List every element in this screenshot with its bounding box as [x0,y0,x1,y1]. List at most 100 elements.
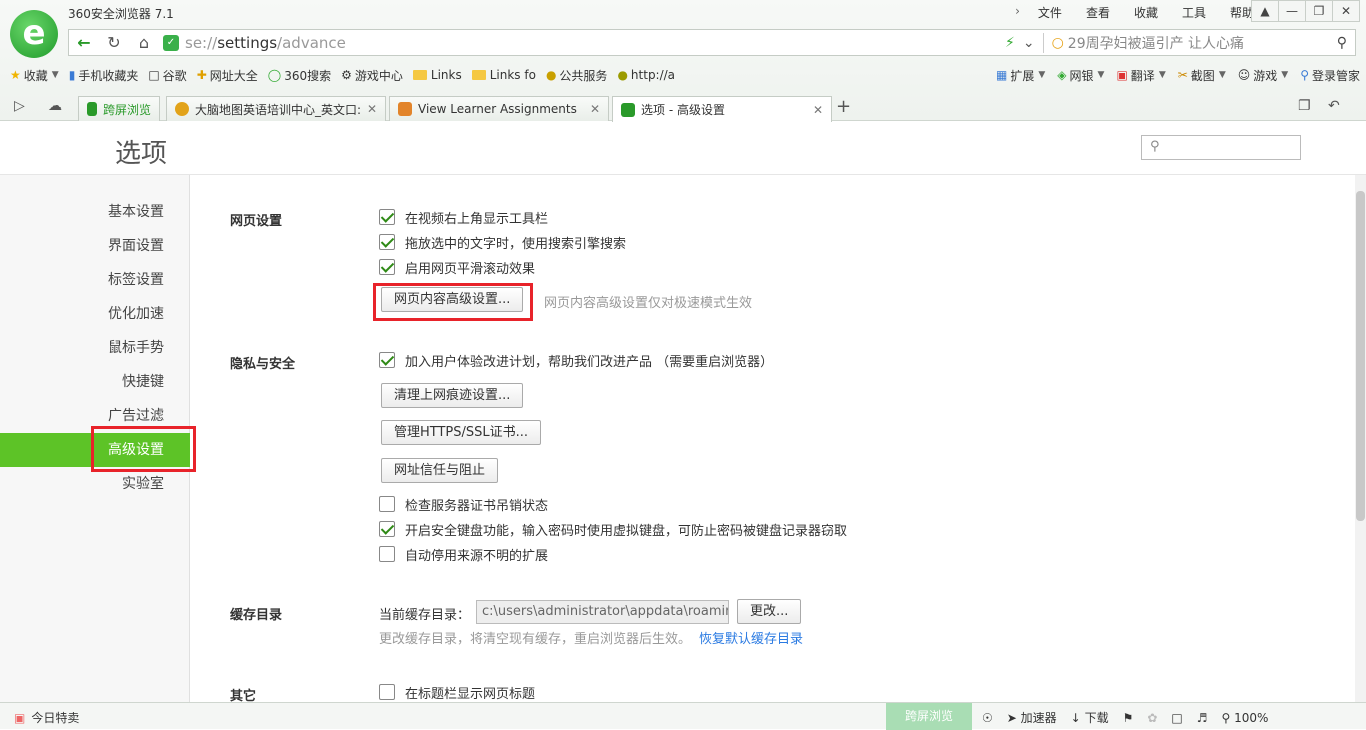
tab-list-icon[interactable]: ❐ [1298,98,1311,114]
option-video-toolbar[interactable]: 在视频右上角显示工具栏 [379,207,548,227]
close-tab-icon[interactable]: ✕ [361,102,377,116]
close-tab-icon[interactable]: ✕ [807,103,823,117]
url-trust-block-button[interactable]: 网址信任与阻止 [381,458,499,483]
menu-file[interactable]: 文件 [1026,4,1074,21]
download-button[interactable]: ↓ 下载 [1071,709,1109,726]
minimize-icon[interactable]: — [1278,0,1306,22]
scroll-thumb[interactable] [1356,191,1365,521]
zoom-control[interactable]: ⚲ 100% [1222,711,1269,725]
bookmark-game-center[interactable]: ⚙ 游戏中心 [341,67,403,84]
accelerator-button[interactable]: ➤ 加速器 [1007,709,1057,726]
advanced-settings-hint: 网页内容高级设置仅对极速模式生效 [544,296,753,311]
manage-certificates-button[interactable]: 管理HTTPS/SSL证书... [381,420,542,445]
shirt-icon[interactable]: ▲ [1251,0,1279,22]
dropdown-icon[interactable]: ▼ [1038,70,1045,80]
sidebar-item-basic[interactable]: 基本设置 [108,195,164,229]
sidebar-item-tabs[interactable]: 标签设置 [108,263,164,297]
checkbox[interactable] [379,234,395,250]
search-icon[interactable]: ⚲ [1337,35,1347,51]
menu-view[interactable]: 查看 [1074,4,1122,21]
daily-deals[interactable]: ▣ 今日特卖 [14,709,79,726]
bookmark-google[interactable]: □ 谷歌 [148,67,186,84]
sidebar-item-interface[interactable]: 界面设置 [108,229,164,263]
change-cache-button[interactable]: 更改... [737,599,802,624]
option-improvement-program[interactable]: 加入用户体验改进计划，帮助我们改进产品 （需要重启浏览器） [379,350,773,370]
settings-search-input[interactable]: ⚲ [1141,135,1301,160]
home-icon[interactable]: ⌂ [129,33,159,52]
bookmark-site-directory[interactable]: ✚ 网址大全 [197,67,258,84]
highlight-box [373,283,533,321]
new-tab-icon[interactable]: + [836,96,851,117]
checkbox[interactable] [379,496,395,512]
option-disable-unknown-extensions[interactable]: 自动停用来源不明的扩展 [379,544,548,564]
tab-learner-assignments[interactable]: View Learner Assignments ✕ [389,96,609,121]
refresh-icon[interactable]: ↻ [99,33,129,52]
option-cert-revocation[interactable]: 检查服务器证书吊销状态 [379,494,548,514]
dropdown-icon[interactable]: ▼ [1281,70,1288,80]
dropdown-icon[interactable]: ▼ [52,70,59,80]
security-shield-icon[interactable]: ✓ [163,34,179,51]
bookmark-mobile[interactable]: ▮ 手机收藏夹 [69,67,139,84]
sidebar-item-lab[interactable]: 实验室 [122,467,164,501]
bookmarks-bar: ★ 收藏 ▼ ▮ 手机收藏夹 □ 谷歌 ✚ 网址大全 ◯ 360搜索 ⚙ 游戏中心 Links… [10,64,1360,86]
search-input[interactable]: ○ 29周孕妇被逼引产 让人心痛 ⚲ [1044,33,1355,53]
search-o-icon: ◯ [267,68,282,82]
option-smooth-scroll[interactable]: 启用网页平滑滚动效果 [379,257,535,277]
bookmark-360-search[interactable]: ◯ 360搜索 [268,67,331,84]
bookmark-favorites[interactable]: ★ 收藏 ▼ [10,67,59,84]
sidebar-item-optimize[interactable]: 优化加速 [108,297,164,331]
dropdown-icon[interactable]: ▼ [1098,70,1105,80]
search-engine-icon[interactable]: ○ [1052,35,1064,51]
sidebar-item-shortcuts[interactable]: 快捷键 [122,365,164,399]
clear-traces-button[interactable]: 清理上网痕迹设置... [381,383,524,408]
back-arrow-icon[interactable]: ← [69,33,99,52]
cloud-icon[interactable]: ☁ [48,98,62,114]
restore-default-cache-link[interactable]: 恢复默认缓存目录 [699,628,803,647]
sidebar-toggle-icon[interactable]: ▷ [14,98,25,114]
option-show-page-title[interactable]: 在标题栏显示网页标题 [379,682,535,702]
option-label: 在视频右上角显示工具栏 [405,211,549,227]
checkbox[interactable] [379,209,395,225]
dropdown-icon[interactable]: ▼ [1219,70,1226,80]
lightning-icon[interactable]: ⚡ [1005,35,1015,51]
screenshot-button[interactable]: ✂ 截图 ▼ [1178,67,1226,84]
checkbox[interactable] [379,259,395,275]
games-button[interactable]: ☺ 游戏 ▼ [1238,67,1288,84]
window-icon[interactable]: □ [1171,711,1182,725]
daily-deals-label: 今日特卖 [31,711,80,725]
restore-icon[interactable]: ❐ [1305,0,1333,22]
menu-chevron-icon[interactable]: › [1009,4,1026,21]
leaf-icon[interactable]: ✿ [1147,711,1157,725]
chevron-down-icon[interactable]: ⌄ [1023,35,1035,51]
checkbox[interactable] [379,521,395,537]
translate-button[interactable]: ▣ 翻译 ▼ [1116,67,1165,84]
flag-icon[interactable]: ⚑ [1123,711,1134,725]
dropdown-icon[interactable]: ▼ [1159,70,1166,80]
undo-close-icon[interactable]: ↶ [1328,98,1340,114]
bookmark-links-fo[interactable]: Links fo [471,68,536,82]
close-icon[interactable]: ✕ [1332,0,1360,22]
tab-split-browse[interactable]: 跨屏浏览 [78,96,160,121]
speedometer-icon[interactable]: ☉ [982,711,993,725]
option-secure-keyboard[interactable]: 开启安全键盘功能，输入密码时使用虚拟键盘，可防止密码被键盘记录器窃取 [379,519,847,539]
bookmark-public-services[interactable]: ● 公共服务 [546,67,608,84]
tab-settings[interactable]: 选项 - 高级设置 ✕ [612,96,832,122]
sidebar-item-mouse-gestures[interactable]: 鼠标手势 [108,331,164,365]
close-tab-icon[interactable]: ✕ [584,102,600,116]
menu-tools[interactable]: 工具 [1170,4,1218,21]
volume-icon[interactable]: ♬ [1197,711,1208,725]
split-browse-status[interactable]: 跨屏浏览 [886,703,972,730]
tab-brainmap[interactable]: 大脑地图英语培训中心_英文口: ✕ [166,96,386,121]
vertical-scrollbar[interactable] [1355,175,1366,702]
bookmark-http[interactable]: ● http://a [617,68,675,82]
online-banking-button[interactable]: ◈ 网银 ▼ [1057,67,1104,84]
extensions-button[interactable]: ▦ 扩展 ▼ [996,67,1045,84]
checkbox[interactable] [379,684,395,700]
checkbox[interactable] [379,352,395,368]
login-manager-button[interactable]: ⚲ 登录管家 [1300,67,1360,84]
address-bar[interactable]: se://settings/advance [185,34,1005,52]
checkbox[interactable] [379,546,395,562]
option-drag-search[interactable]: 拖放选中的文字时，使用搜索引擎搜索 [379,232,626,252]
bookmark-links[interactable]: Links [412,68,462,82]
menu-favorites[interactable]: 收藏 [1122,4,1170,21]
